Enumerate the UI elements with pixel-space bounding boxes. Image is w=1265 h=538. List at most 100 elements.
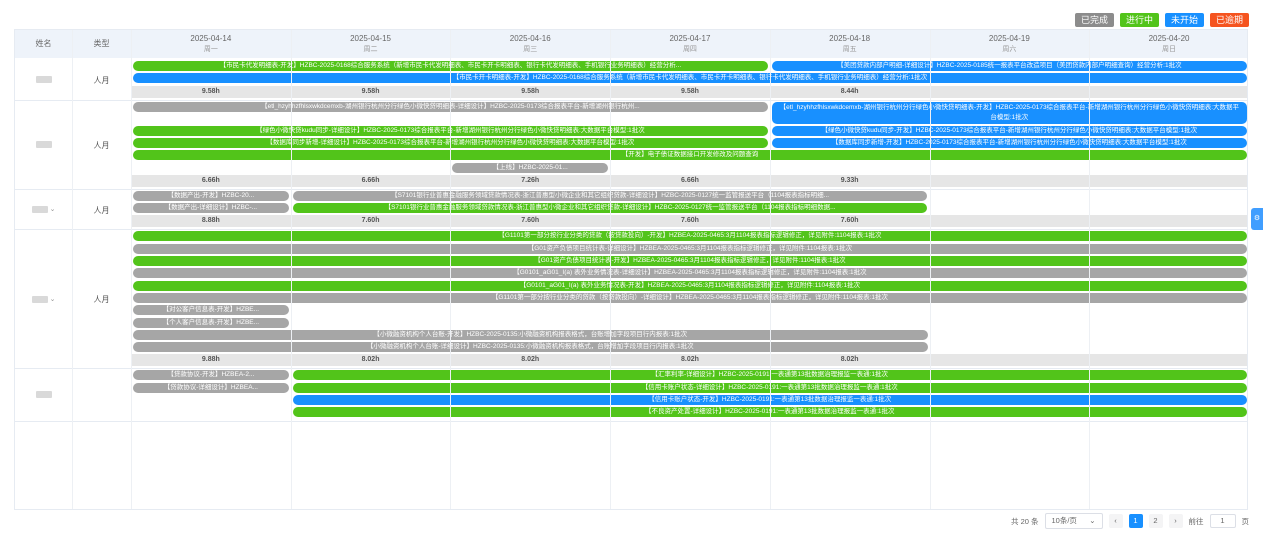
person-type: 人月: [93, 205, 110, 215]
legend-tag-3: 已逾期: [1209, 13, 1249, 27]
daily-hours: 6.66h: [361, 176, 380, 184]
task-bar[interactable]: 【etl_hzyhhzfhlsxwkdcemxb-湖州银行杭州分行绿色小微快贷明…: [771, 101, 1247, 124]
task-bar[interactable]: 【上线】HZBC-2025-01...: [452, 162, 609, 173]
day-date: 2025-04-17: [669, 34, 711, 43]
header-name: 姓名: [35, 39, 52, 48]
daily-hours: 9.58h: [521, 87, 540, 95]
task-bar[interactable]: 【市民卡开卡明细表-开发】HZBC-2025-0168综合服务系统（新增市民卡代…: [133, 73, 1247, 84]
page-1-button[interactable]: 1: [1128, 514, 1143, 528]
day-header: 2025-04-15 周二: [291, 30, 451, 58]
redacted-name: [35, 141, 52, 149]
redacted-name: [35, 76, 52, 84]
redacted-name: [35, 391, 52, 399]
task-bar[interactable]: 【对公客户信息表-开发】HZBE...: [133, 305, 289, 316]
day-date: 2025-04-16: [509, 34, 551, 43]
task-bar[interactable]: 【美团贷款内部户明细-详细设计】HZBC-2025-0185统一报表平台改造项目…: [771, 61, 1247, 71]
task-bar[interactable]: 【G0101_aG01_I(a) 表外业务情况表-开发】HZBEA-2025-0…: [133, 280, 1247, 291]
daily-hours: 9.58h: [680, 87, 699, 95]
day-date: 2025-04-20: [1148, 34, 1190, 43]
next-page-button[interactable]: ›: [1168, 514, 1183, 528]
column-divider: [450, 30, 452, 509]
chevron-down-icon[interactable]: ⌄: [50, 296, 56, 303]
task-bar[interactable]: 【贷款协议-详细设计】HZBEA...: [133, 382, 289, 393]
legend-tag-2: 未开始: [1164, 13, 1204, 27]
daily-hours: 7.60h: [521, 217, 540, 225]
task-bar[interactable]: 【贷款协议-开发】HZBEA-2...: [133, 370, 289, 381]
daily-hours: 9.58h: [361, 87, 380, 95]
page-size-select[interactable]: 10条/页 ⌄: [1044, 513, 1103, 529]
daily-hours: 8.02h: [361, 356, 380, 364]
daily-hours: 7.60h: [840, 217, 859, 225]
row-divider: [15, 420, 1247, 422]
task-bar[interactable]: 【数据库同步新增-开发】HZBC-2025-0173综合报表平台-新增湖州银行杭…: [771, 137, 1247, 148]
row-divider: [15, 368, 1247, 370]
person-name[interactable]: ⌄: [15, 205, 72, 214]
person-name[interactable]: [15, 75, 72, 84]
day-date: 2025-04-18: [829, 34, 871, 43]
side-settings-button[interactable]: ⚙: [1251, 208, 1263, 230]
day-date: 2025-04-19: [988, 34, 1030, 43]
day-date: 2025-04-15: [350, 34, 391, 43]
task-bar[interactable]: 【G0101_aG01_I(a) 表外业务情况表-详细设计】HZBEA-2025…: [133, 268, 1247, 279]
status-legend: 已完成 进行中 未开始 已逾期: [1074, 13, 1249, 27]
task-bar[interactable]: 【G01资产负债项目统计表-详细设计】HZBEA-2025-0465:3月110…: [133, 243, 1247, 254]
column-divider: [72, 30, 73, 509]
column-divider: [769, 30, 771, 509]
pagination: 共 20 条 10条/页 ⌄ ‹ 1 2 › 前往 1 页: [1011, 513, 1249, 529]
task-bar[interactable]: 【G1101第一部分按行业分类的贷款（按贷款投向）-开发】HZBEA-2025-…: [133, 231, 1247, 242]
row-divider: [15, 188, 1247, 190]
page-suffix: 页: [1241, 516, 1250, 526]
daily-hours: 6.66h: [680, 176, 699, 184]
daily-hours: 8.02h: [680, 356, 699, 364]
daily-hours: 9.33h: [840, 176, 859, 184]
column-divider: [290, 30, 292, 509]
page-2-button[interactable]: 2: [1148, 514, 1163, 528]
row-divider: [15, 99, 1247, 101]
daily-hours: 8.88h: [201, 217, 220, 225]
task-bar[interactable]: 【数据产出-详细设计】HZBC-...: [133, 203, 289, 214]
schedule-board: 姓名 类型 2025-04-14 周一 2025-04-15 周二 2025-04-16…: [14, 29, 1248, 510]
day-header: 2025-04-16 周三: [450, 30, 610, 58]
task-bar[interactable]: 【G1101第一部分按行业分类的贷款（按贷款投向）-详细设计】HZBEA-202…: [133, 292, 1247, 303]
person-name[interactable]: [15, 140, 72, 149]
person-type: 人月: [93, 140, 110, 150]
day-header: 2025-04-14 周一: [131, 30, 291, 58]
person-name[interactable]: ⌄: [15, 294, 72, 303]
day-weekday: 周六: [1002, 46, 1017, 53]
daily-hours: 7.60h: [680, 217, 699, 225]
column-divider: [1089, 30, 1091, 509]
person-name[interactable]: [15, 390, 72, 399]
chevron-down-icon[interactable]: ⌄: [50, 206, 56, 213]
legend-tag-1: 进行中: [1119, 13, 1159, 27]
prev-page-button[interactable]: ‹: [1108, 514, 1123, 528]
legend-tag-0: 已完成: [1074, 13, 1114, 27]
daily-hours: 6.66h: [201, 176, 220, 184]
day-weekday: 周日: [1162, 46, 1177, 53]
task-bar[interactable]: 【数据产出-开发】HZBC-20...: [133, 190, 289, 201]
task-bar[interactable]: 【G01资产负债项目统计表-开发】HZBEA-2025-0465:3月1104报…: [133, 256, 1247, 266]
total-count: 共 20 条: [1010, 516, 1039, 526]
goto-page-input[interactable]: 1: [1209, 514, 1236, 528]
daily-hours: 8.02h: [521, 356, 540, 364]
header-type: 类型: [93, 39, 110, 48]
page-size-value: 10条/页: [1051, 516, 1077, 525]
task-bar[interactable]: 【小微融资机构个人台账-详细设计】HZBC-2025-0135:小微融资机构报表…: [133, 342, 928, 353]
day-header: 2025-04-20 周日: [1089, 30, 1247, 58]
day-header: 2025-04-18 周五: [770, 30, 930, 58]
task-bar[interactable]: 【绿色小微快贷kudu同步-开发】HZBC-2025-0173综合报表平台-新增…: [771, 125, 1247, 136]
day-weekday: 周一: [203, 46, 218, 53]
daily-hours: 9.58h: [201, 87, 220, 95]
task-bar[interactable]: 【个人客户信息表-开发】HZBE...: [133, 317, 289, 328]
redacted-name: [31, 205, 48, 213]
column-divider: [929, 30, 931, 509]
redacted-name: [31, 295, 48, 303]
daily-hours: 7.60h: [361, 217, 380, 225]
day-weekday: 周二: [363, 46, 378, 53]
task-bar[interactable]: 【小微融资机构个人台账-开发】HZBC-2025-0135:小微融资机构报表格式…: [133, 329, 928, 340]
daily-hours: 7.26h: [521, 176, 540, 184]
task-bar[interactable]: 【开发】电子债证数据接口开发修改及问题查询: [133, 150, 1247, 161]
row-divider: [15, 229, 1247, 231]
column-divider: [610, 30, 612, 509]
day-weekday: 周五: [842, 46, 857, 53]
daily-hours: 8.44h: [840, 87, 859, 95]
